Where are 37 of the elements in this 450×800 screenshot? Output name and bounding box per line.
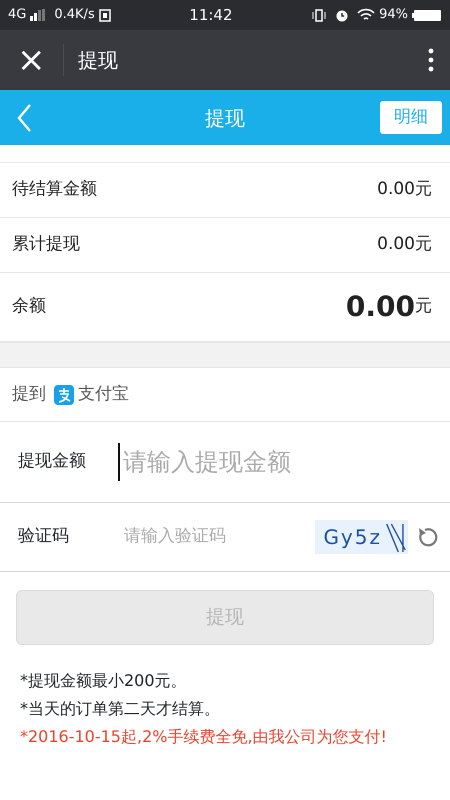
header-title: 提现 <box>205 104 245 132</box>
summary-label: 余额 <box>12 295 46 318</box>
payment-method: 支付宝 <box>78 382 129 406</box>
withdraw-to-label: 提到 <box>12 382 46 406</box>
back-icon[interactable] <box>16 102 32 132</box>
battery-icon <box>412 8 442 22</box>
amount-value: 0.00 <box>377 178 415 202</box>
currency-unit: 元 <box>415 178 432 202</box>
field-label: 提现金额 <box>18 450 87 474</box>
captcha-input[interactable]: 请输入验证码 <box>122 523 316 551</box>
vibrate-icon <box>311 8 328 22</box>
clock: 11:42 <box>189 4 233 26</box>
refresh-icon[interactable] <box>416 526 438 548</box>
summary-label: 累计提现 <box>12 233 80 256</box>
amount-value: 0.00 <box>346 289 415 325</box>
summary-label: 待结算金额 <box>12 178 97 202</box>
close-button[interactable]: × <box>16 42 46 78</box>
note-text: *提现金额最小200元。 <box>20 670 188 692</box>
sim-icon <box>98 8 111 22</box>
signal-icon <box>30 9 46 21</box>
page-title: 提现 <box>78 47 118 74</box>
amount-input[interactable]: 请输入提现金额 <box>118 443 438 481</box>
captcha-image: Gy5z <box>315 520 408 554</box>
currency-unit: 元 <box>415 295 432 318</box>
note-text: *2016-10-15起,2%手续费全免,由我公司为您支付! <box>20 726 388 748</box>
network-label: 4G <box>8 6 26 24</box>
detail-button[interactable]: 明细 <box>380 100 442 134</box>
wifi-icon <box>357 8 376 22</box>
amount-value: 0.00 <box>377 233 415 256</box>
field-label: 验证码 <box>18 525 70 548</box>
battery-percent: 94% <box>379 6 408 24</box>
currency-unit: 元 <box>415 233 432 256</box>
note-text: *当天的订单第二天才结算。 <box>20 698 221 720</box>
alarm-icon <box>335 8 350 22</box>
payment-logo-icon <box>54 384 74 404</box>
network-speed: 0.4K/s <box>54 6 95 24</box>
more-icon[interactable] <box>428 48 434 72</box>
